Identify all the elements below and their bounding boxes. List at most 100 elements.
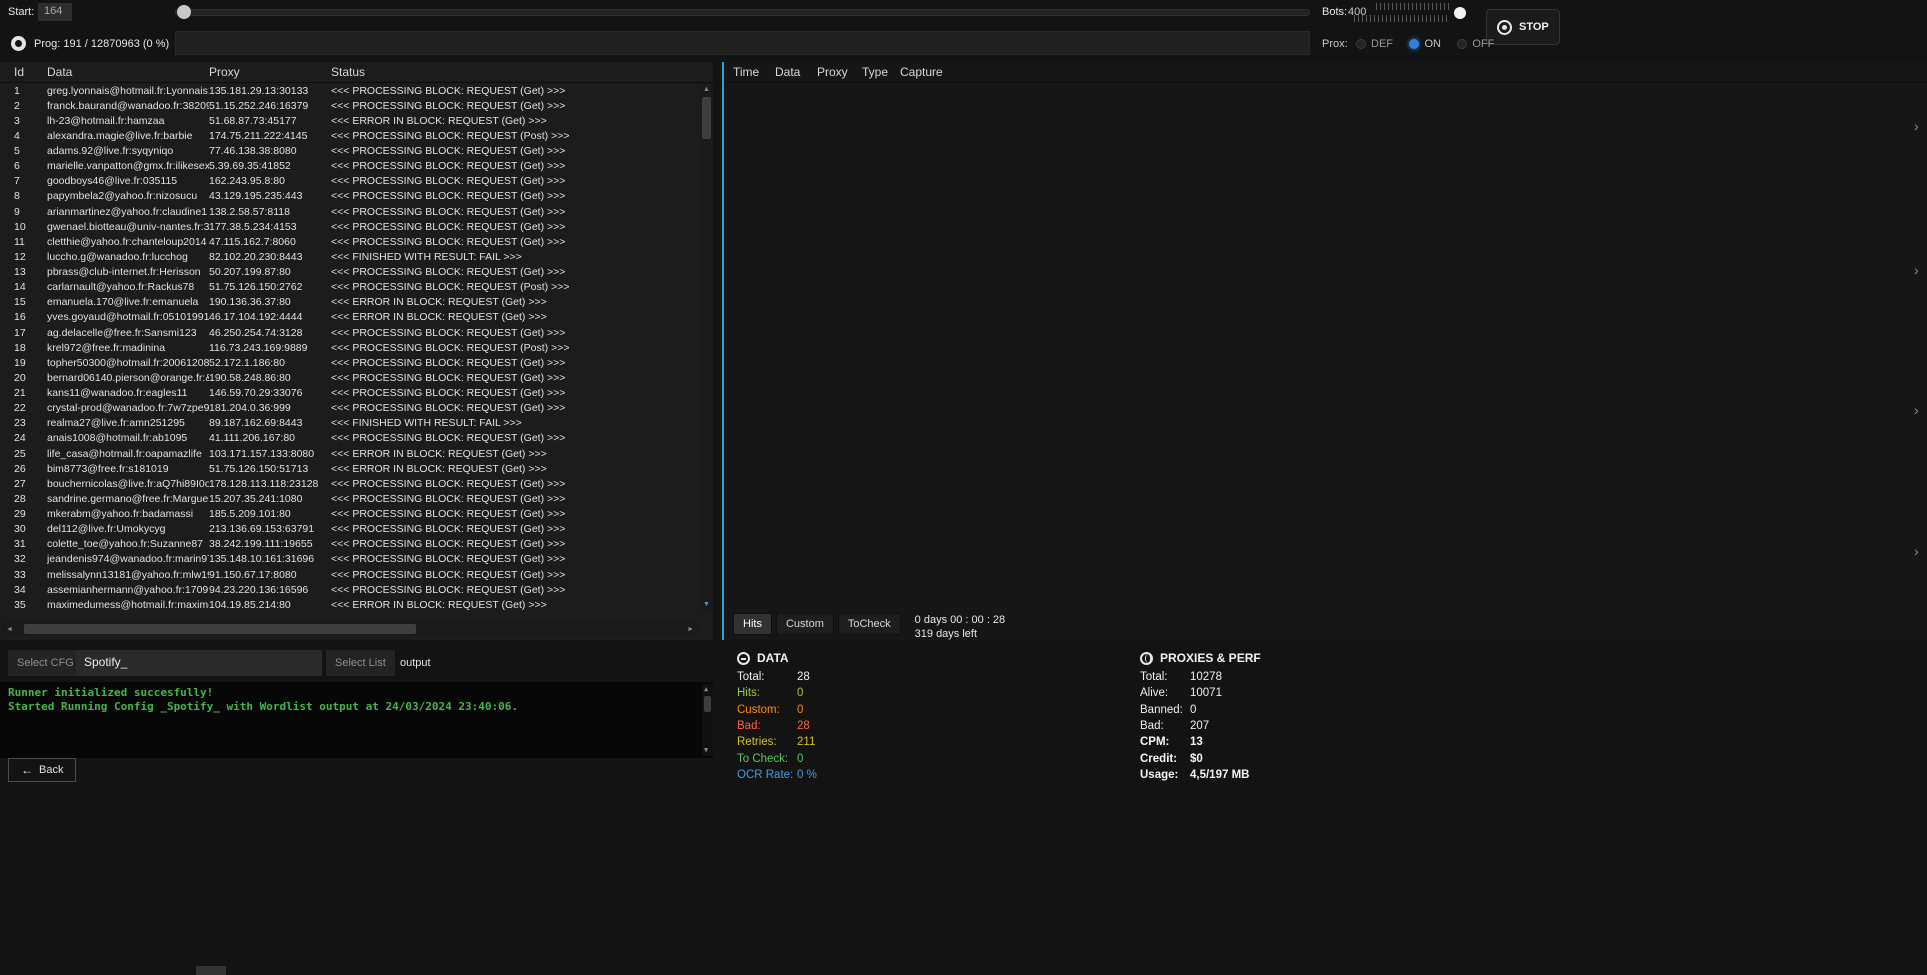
table-row[interactable]: 7 goodboys46@live.fr:035115 162.243.95.8…	[0, 174, 699, 189]
scroll-right-icon[interactable]	[687, 626, 694, 633]
page-hscroll-thumb[interactable]	[196, 966, 226, 975]
log-scrollbar[interactable]	[702, 684, 713, 756]
stat-row: Bad: 28	[737, 718, 1037, 734]
col-status[interactable]: Status	[331, 65, 713, 79]
row-id: 29	[14, 508, 47, 520]
timer-box: 0 days 00 : 00 : 28 319 days left	[915, 613, 1006, 641]
table-row[interactable]: 21 kans11@wanadoo.fr:eagles11 146.59.70.…	[0, 386, 699, 401]
proxy-stats-list: Total: 10278 Alive: 10071 Banned: 0 Bad:…	[1140, 669, 1440, 783]
table-row[interactable]: 35 maximedumess@hotmail.fr:maxime 104.19…	[0, 597, 699, 612]
table-row[interactable]: 32 jeandenis974@wanadoo.fr:marin97 135.1…	[0, 552, 699, 567]
start-slider-thumb[interactable]	[177, 5, 191, 19]
table-row[interactable]: 15 emanuela.170@live.fr:emanuela 190.136…	[0, 295, 699, 310]
panel-expander-icon[interactable]	[1914, 118, 1919, 134]
scroll-down-icon[interactable]	[703, 601, 710, 608]
table-row[interactable]: 1 greg.lyonnais@hotmail.fr:Lyonnais1 135…	[0, 83, 699, 98]
row-data: krel972@free.fr:madinina	[47, 342, 209, 354]
col-id[interactable]: Id	[14, 65, 47, 79]
vscroll-thumb[interactable]	[702, 97, 711, 139]
table-row[interactable]: 34 assemianhermann@yahoo.fr:17091! 94.23…	[0, 582, 699, 597]
table-row[interactable]: 14 carlarnault@yahoo.fr:Rackus78 51.75.1…	[0, 280, 699, 295]
row-status: <<< PROCESSING BLOCK: REQUEST (Get) >>>	[331, 327, 699, 339]
table-row[interactable]: 28 sandrine.germano@free.fr:Margueri 15.…	[0, 491, 699, 506]
hscroll-thumb[interactable]	[24, 624, 416, 634]
table-row[interactable]: 20 bernard06140.pierson@orange.fr:& 190.…	[0, 370, 699, 385]
row-id: 31	[14, 538, 47, 550]
table-row[interactable]: 29 mkerabm@yahoo.fr:badamassi 185.5.209.…	[0, 507, 699, 522]
row-data: melissalynn13181@yahoo.fr:mlw19	[47, 569, 209, 581]
log-scroll-thumb[interactable]	[704, 696, 711, 712]
row-status: <<< PROCESSING BLOCK: REQUEST (Post) >>>	[331, 342, 699, 354]
scroll-up-icon[interactable]	[703, 86, 710, 93]
table-row[interactable]: 33 melissalynn13181@yahoo.fr:mlw19 91.15…	[0, 567, 699, 582]
table-row[interactable]: 9 arianmartinez@yahoo.fr:claudine1 138.2…	[0, 204, 699, 219]
row-proxy: 15.207.35.241:1080	[209, 493, 331, 505]
table-row[interactable]: 11 cletthie@yahoo.fr:chanteloup2014 47.1…	[0, 234, 699, 249]
row-data: adams.92@live.fr:syqyniqo	[47, 145, 209, 157]
stat-row: Credit: $0	[1140, 750, 1440, 766]
row-data: papymbela2@yahoo.fr:nizosucu	[47, 190, 209, 202]
start-input[interactable]: 164	[38, 3, 72, 21]
table-row[interactable]: 5 adams.92@live.fr:syqyniqo 77.46.138.38…	[0, 144, 699, 159]
table-row[interactable]: 10 gwenael.biotteau@univ-nantes.fr:3( 17…	[0, 219, 699, 234]
proxy-mode-def-label: DEF	[1371, 38, 1393, 50]
table-row[interactable]: 26 bim8773@free.fr:s181019 51.75.126.150…	[0, 461, 699, 476]
row-status: <<< PROCESSING BLOCK: REQUEST (Get) >>>	[331, 432, 699, 444]
table-row[interactable]: 19 topher50300@hotmail.fr:20061208 52.17…	[0, 355, 699, 370]
scroll-down-icon[interactable]	[704, 747, 708, 754]
row-id: 4	[14, 130, 47, 142]
start-slider[interactable]	[175, 3, 1310, 21]
table-row[interactable]: 27 bouchernicolas@live.fr:aQ7hi89I0o1 17…	[0, 476, 699, 491]
col-proxy[interactable]: Proxy	[209, 65, 331, 79]
table-row[interactable]: 2 franck.baurand@wanadoo.fr:38209' 51.15…	[0, 98, 699, 113]
proxy-mode-def[interactable]: DEF	[1356, 38, 1393, 50]
row-id: 27	[14, 478, 47, 490]
table-row[interactable]: 30 del112@live.fr:Umokycyg 213.136.69.15…	[0, 522, 699, 537]
bots-slider-thumb[interactable]	[1454, 7, 1466, 19]
table-row[interactable]: 22 crystal-prod@wanadoo.fr:7w7zpe9 181.2…	[0, 401, 699, 416]
scroll-left-icon[interactable]	[6, 626, 13, 633]
table-row[interactable]: 12 luccho.g@wanadoo.fr:lucchog 82.102.20…	[0, 249, 699, 264]
col-type[interactable]: Type	[862, 65, 900, 79]
row-status: <<< ERROR IN BLOCK: REQUEST (Get) >>>	[331, 599, 699, 611]
col-time[interactable]: Time	[733, 65, 775, 79]
table-row[interactable]: 25 life_casa@hotmail.fr:oapamazlife 103.…	[0, 446, 699, 461]
table-row[interactable]: 3 lh-23@hotmail.fr:hamzaa 51.68.87.73:45…	[0, 113, 699, 128]
col-capture[interactable]: Capture	[900, 65, 1927, 79]
tab-hits[interactable]: Hits	[733, 613, 772, 635]
table-row[interactable]: 6 marielle.vanpatton@gmx.fr:ilikesex 5.3…	[0, 159, 699, 174]
results-hscrollbar[interactable]	[2, 621, 698, 637]
panel-expander-icon[interactable]	[1914, 262, 1919, 278]
stat-value: 0	[1190, 704, 1196, 716]
row-id: 1	[14, 85, 47, 97]
results-rows: 1 greg.lyonnais@hotmail.fr:Lyonnais1 135…	[0, 83, 699, 612]
table-row[interactable]: 24 anais1008@hotmail.fr:ab1095 41.111.20…	[0, 431, 699, 446]
col-proxy[interactable]: Proxy	[817, 65, 862, 79]
select-list-button[interactable]: Select List	[326, 650, 395, 676]
table-row[interactable]: 31 colette_toe@yahoo.fr:Suzanne87 38.242…	[0, 537, 699, 552]
tab-tocheck[interactable]: ToCheck	[838, 613, 901, 635]
elapsed-timer: 0 days 00 : 00 : 28	[915, 613, 1006, 627]
scroll-up-icon[interactable]	[704, 686, 708, 693]
table-row[interactable]: 23 realma27@live.fr:amn251295 89.187.162…	[0, 416, 699, 431]
proxy-mode-on[interactable]: ON	[1409, 38, 1441, 50]
panel-expander-icon[interactable]	[1914, 543, 1919, 559]
proxy-mode-off[interactable]: OFF	[1457, 38, 1494, 50]
select-cfg-button[interactable]: Select CFG	[8, 650, 83, 676]
table-row[interactable]: 13 pbrass@club-internet.fr:Herisson 50.2…	[0, 265, 699, 280]
config-name-input[interactable]: Spotify_	[76, 650, 322, 676]
table-row[interactable]: 17 ag.delacelle@free.fr:Sansmi123 46.250…	[0, 325, 699, 340]
col-data[interactable]: Data	[775, 65, 817, 79]
results-vscrollbar[interactable]	[700, 83, 713, 611]
row-status: <<< PROCESSING BLOCK: REQUEST (Post) >>>	[331, 130, 699, 142]
tab-custom[interactable]: Custom	[776, 613, 834, 635]
bots-slider[interactable]	[1376, 2, 1464, 24]
table-row[interactable]: 16 yves.goyaud@hotmail.fr:05101991 46.17…	[0, 310, 699, 325]
table-row[interactable]: 8 papymbela2@yahoo.fr:nizosucu 43.129.19…	[0, 189, 699, 204]
back-button[interactable]: Back	[8, 758, 76, 782]
table-row[interactable]: 18 krel972@free.fr:madinina 116.73.243.1…	[0, 340, 699, 355]
table-row[interactable]: 4 alexandra.magie@live.fr:barbie 174.75.…	[0, 128, 699, 143]
panel-expander-icon[interactable]	[1914, 402, 1919, 418]
selected-list-label: output	[400, 657, 431, 669]
col-data[interactable]: Data	[47, 65, 209, 79]
